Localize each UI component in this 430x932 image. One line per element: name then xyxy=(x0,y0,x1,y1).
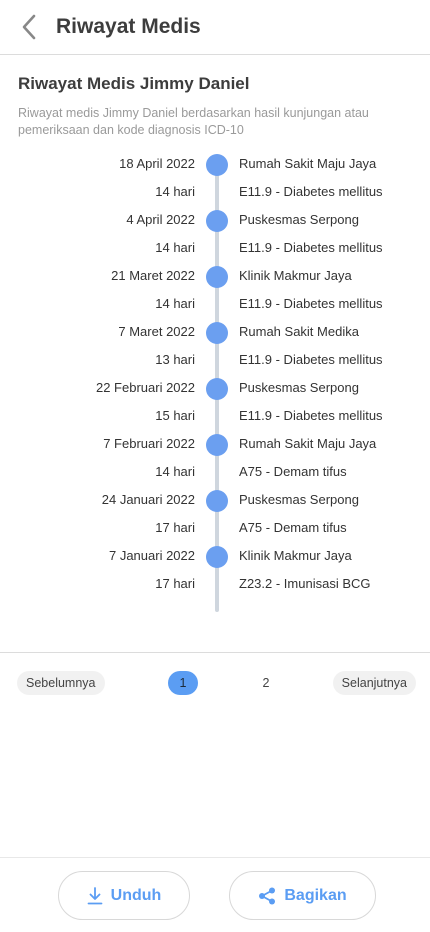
section-title: Riwayat Medis Jimmy Daniel xyxy=(18,74,250,93)
visit-date: 7 Januari 2022 xyxy=(108,548,195,563)
page-title: Riwayat Medis xyxy=(56,15,201,38)
diagnosis-code: Z23.2 - Imunisasi BCG xyxy=(239,576,371,591)
treatment-duration: 17 hari xyxy=(155,576,195,591)
visit-place: Rumah Sakit Maju Jaya xyxy=(239,436,377,451)
page-1-button[interactable]: 1 xyxy=(168,671,198,695)
visit-date: 21 Maret 2022 xyxy=(111,268,195,283)
diagnosis-code: E11.9 - Diabetes mellitus xyxy=(239,352,383,367)
diagnosis-code: A75 - Demam tifus xyxy=(239,464,347,479)
next-page-button[interactable]: Selanjutnya xyxy=(332,671,416,695)
visit-date: 18 April 2022 xyxy=(119,156,195,171)
treatment-duration: 15 hari xyxy=(155,408,195,423)
visit-place: Rumah Sakit Medika xyxy=(239,324,359,339)
treatment-duration: 14 hari xyxy=(155,296,195,311)
timeline-diagnosis-row: 17 hari A75 - Demam tifus xyxy=(0,514,430,542)
timeline-visit-row: 7 Februari 2022 Rumah Sakit Maju Jaya xyxy=(0,430,430,458)
timeline-visit-row: 7 Januari 2022 Klinik Makmur Jaya xyxy=(0,542,430,570)
visit-date: 7 Februari 2022 xyxy=(103,436,195,451)
timeline-dot xyxy=(206,434,228,456)
timeline-diagnosis-row: 13 hari E11.9 - Diabetes mellitus xyxy=(0,346,430,374)
timeline-diagnosis-row: 15 hari E11.9 - Diabetes mellitus xyxy=(0,402,430,430)
visit-date: 24 Januari 2022 xyxy=(101,492,195,507)
download-icon xyxy=(87,886,103,904)
share-label: Bagikan xyxy=(284,886,347,904)
diagnosis-code: E11.9 - Diabetes mellitus xyxy=(239,408,383,423)
divider xyxy=(0,652,430,653)
visit-place: Klinik Makmur Jaya xyxy=(239,548,352,563)
timeline-visit-row: 22 Februari 2022 Puskesmas Serpong xyxy=(0,374,430,402)
download-button[interactable]: Unduh xyxy=(58,871,190,920)
treatment-duration: 17 hari xyxy=(155,520,195,535)
timeline-dot xyxy=(206,490,228,512)
diagnosis-code: E11.9 - Diabetes mellitus xyxy=(239,184,383,199)
visit-place: Puskesmas Serpong xyxy=(239,492,359,507)
timeline-diagnosis-row: 14 hari E11.9 - Diabetes mellitus xyxy=(0,290,430,318)
visit-place: Rumah Sakit Maju Jaya xyxy=(239,156,377,171)
treatment-duration: 13 hari xyxy=(155,352,195,367)
timeline-visit-row: 18 April 2022 Rumah Sakit Maju Jaya xyxy=(0,150,430,178)
timeline-dot xyxy=(206,546,228,568)
visit-date: 4 April 2022 xyxy=(126,212,195,227)
share-button[interactable]: Bagikan xyxy=(229,871,376,920)
timeline-visit-row: 4 April 2022 Puskesmas Serpong xyxy=(0,206,430,234)
share-icon xyxy=(259,887,276,904)
timeline-diagnosis-row: 14 hari A75 - Demam tifus xyxy=(0,458,430,486)
treatment-duration: 14 hari xyxy=(155,464,195,479)
visit-place: Klinik Makmur Jaya xyxy=(239,268,352,283)
timeline-visit-row: 21 Maret 2022 Klinik Makmur Jaya xyxy=(0,262,430,290)
page-2-button[interactable]: 2 xyxy=(251,671,281,695)
timeline-dot xyxy=(206,378,228,400)
visit-date: 22 Februari 2022 xyxy=(95,380,195,395)
timeline-dot xyxy=(206,322,228,344)
visit-place: Puskesmas Serpong xyxy=(239,212,359,227)
diagnosis-code: E11.9 - Diabetes mellitus xyxy=(239,240,383,255)
medical-history-timeline: 18 April 2022 Rumah Sakit Maju Jaya 14 har… xyxy=(0,150,430,612)
diagnosis-code: A75 - Demam tifus xyxy=(239,520,347,535)
section-description: Riwayat medis Jimmy Daniel berdasarkan h… xyxy=(18,106,369,137)
chevron-left-icon xyxy=(22,14,36,40)
timeline-dot xyxy=(206,210,228,232)
timeline-visit-row: 7 Maret 2022 Rumah Sakit Medika xyxy=(0,318,430,346)
treatment-duration: 14 hari xyxy=(155,240,195,255)
timeline-dot xyxy=(206,154,228,176)
visit-date: 7 Maret 2022 xyxy=(118,324,195,339)
diagnosis-code: E11.9 - Diabetes mellitus xyxy=(239,296,383,311)
timeline-visit-row: 24 Januari 2022 Puskesmas Serpong xyxy=(0,486,430,514)
treatment-duration: 14 hari xyxy=(155,184,195,199)
timeline-diagnosis-row: 14 hari E11.9 - Diabetes mellitus xyxy=(0,178,430,206)
timeline-diagnosis-row: 14 hari E11.9 - Diabetes mellitus xyxy=(0,234,430,262)
previous-page-button[interactable]: Sebelumnya xyxy=(17,671,105,695)
footer-action-bar: Unduh Bagikan xyxy=(0,857,430,932)
app-header: Riwayat Medis xyxy=(0,0,430,55)
visit-place: Puskesmas Serpong xyxy=(239,380,359,395)
timeline-diagnosis-row: 17 hari Z23.2 - Imunisasi BCG xyxy=(0,570,430,598)
back-button[interactable] xyxy=(14,12,44,42)
download-label: Unduh xyxy=(110,886,162,904)
timeline-dot xyxy=(206,266,228,288)
